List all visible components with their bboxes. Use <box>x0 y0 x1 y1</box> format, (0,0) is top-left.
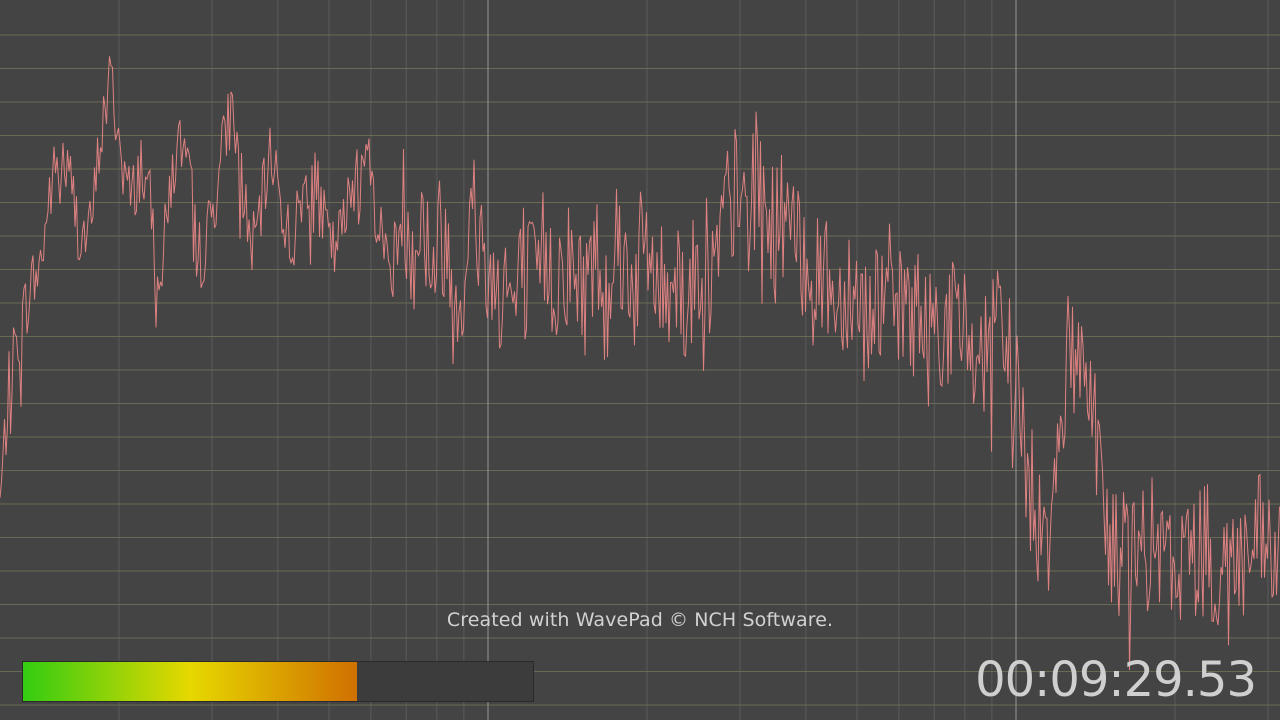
level-meter <box>22 661 534 702</box>
spectrum-series-line <box>0 56 1280 671</box>
watermark-text: Created with WavePad © NCH Software. <box>446 609 834 631</box>
time-readout: 00:09:29.53 <box>975 652 1257 708</box>
level-meter-fill <box>23 662 358 701</box>
